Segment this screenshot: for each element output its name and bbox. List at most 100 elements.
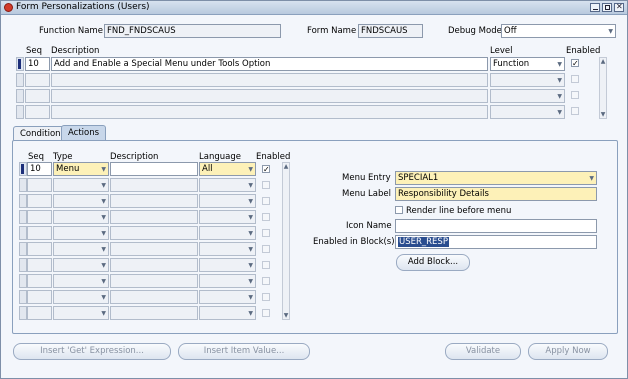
actions-type-select[interactable]: ▼ bbox=[53, 290, 109, 304]
actions-row-indicator[interactable] bbox=[19, 258, 27, 272]
form-name-field[interactable]: FNDSCAUS bbox=[358, 24, 423, 38]
actions-enabled-checkbox[interactable] bbox=[262, 309, 270, 317]
actions-enabled-checkbox[interactable] bbox=[262, 181, 270, 189]
actions-language-select[interactable]: ▼ bbox=[199, 290, 256, 304]
validate-button[interactable]: Validate bbox=[445, 343, 521, 360]
rules-row-indicator[interactable] bbox=[16, 89, 24, 103]
actions-row-indicator[interactable] bbox=[19, 194, 27, 208]
actions-seq-field[interactable] bbox=[27, 226, 52, 240]
actions-seq-field[interactable] bbox=[27, 306, 52, 320]
actions-seq-field[interactable] bbox=[27, 258, 52, 272]
actions-seq-field[interactable] bbox=[27, 290, 52, 304]
actions-seq-field[interactable] bbox=[27, 210, 52, 224]
rules-seq-field[interactable] bbox=[25, 89, 50, 103]
rules-description-field[interactable]: Add and Enable a Special Menu under Tool… bbox=[51, 57, 488, 71]
scroll-down-icon[interactable]: ▼ bbox=[599, 111, 607, 118]
insert-get-expression-button[interactable]: Insert 'Get' Expression... bbox=[13, 343, 171, 360]
actions-type-select[interactable]: ▼ bbox=[53, 226, 109, 240]
actions-type-select[interactable]: ▼ bbox=[53, 210, 109, 224]
actions-type-select[interactable]: ▼ bbox=[53, 194, 109, 208]
actions-language-select[interactable]: ▼ bbox=[199, 194, 256, 208]
rules-level-select[interactable]: ▼ bbox=[490, 105, 565, 119]
actions-row-indicator[interactable] bbox=[19, 290, 27, 304]
actions-language-select[interactable]: ▼ bbox=[199, 242, 256, 256]
minimize-button[interactable] bbox=[590, 3, 600, 12]
actions-type-select[interactable]: ▼ bbox=[53, 306, 109, 320]
tab-condition[interactable]: Condition bbox=[13, 126, 68, 140]
rules-enabled-checkbox[interactable]: ✓ bbox=[571, 59, 579, 68]
actions-type-select[interactable]: ▼ bbox=[53, 258, 109, 272]
rules-description-field[interactable] bbox=[51, 89, 488, 103]
actions-enabled-checkbox[interactable] bbox=[262, 277, 270, 285]
actions-row-indicator[interactable] bbox=[19, 162, 27, 176]
actions-description-field[interactable] bbox=[110, 258, 198, 272]
actions-seq-field[interactable] bbox=[27, 194, 52, 208]
rules-level-select[interactable]: ▼ bbox=[490, 73, 565, 87]
add-block-button[interactable]: Add Block... bbox=[396, 254, 470, 271]
actions-row-indicator[interactable] bbox=[19, 306, 27, 320]
actions-enabled-checkbox[interactable] bbox=[262, 245, 270, 253]
actions-enabled-checkbox[interactable] bbox=[262, 293, 270, 301]
actions-seq-field[interactable] bbox=[27, 242, 52, 256]
actions-description-field[interactable] bbox=[110, 210, 198, 224]
rules-row-indicator[interactable] bbox=[16, 105, 24, 119]
apply-now-button[interactable]: Apply Now bbox=[528, 343, 608, 360]
actions-description-field[interactable] bbox=[110, 194, 198, 208]
actions-language-select[interactable]: ▼ bbox=[199, 306, 256, 320]
menu-label-field[interactable]: Responsibility Details bbox=[395, 187, 597, 201]
actions-row-indicator[interactable] bbox=[19, 178, 27, 192]
actions-enabled-checkbox[interactable] bbox=[262, 213, 270, 221]
actions-description-field[interactable] bbox=[110, 290, 198, 304]
actions-enabled-checkbox[interactable]: ✓ bbox=[262, 165, 270, 174]
rules-seq-field[interactable]: 10 bbox=[25, 57, 50, 71]
actions-row-indicator[interactable] bbox=[19, 210, 27, 224]
rules-row-indicator[interactable] bbox=[16, 57, 24, 71]
actions-scrollbar[interactable]: ▲ ▼ bbox=[282, 162, 290, 320]
actions-row-indicator[interactable] bbox=[19, 242, 27, 256]
rules-level-select[interactable]: Function ▼ bbox=[490, 57, 565, 71]
actions-enabled-checkbox[interactable] bbox=[262, 261, 270, 269]
actions-enabled-checkbox[interactable] bbox=[262, 197, 270, 205]
scroll-down-icon[interactable]: ▼ bbox=[282, 312, 290, 319]
rules-seq-field[interactable] bbox=[25, 105, 50, 119]
rules-description-field[interactable] bbox=[51, 73, 488, 87]
actions-language-select[interactable]: ▼ bbox=[199, 258, 256, 272]
rules-level-select[interactable]: ▼ bbox=[490, 89, 565, 103]
rules-enabled-checkbox[interactable] bbox=[571, 91, 579, 99]
rules-enabled-checkbox[interactable] bbox=[571, 75, 579, 83]
rules-seq-field[interactable] bbox=[25, 73, 50, 87]
actions-description-field[interactable] bbox=[110, 226, 198, 240]
actions-enabled-checkbox[interactable] bbox=[262, 229, 270, 237]
close-button[interactable]: ✕ bbox=[614, 2, 624, 12]
actions-type-select[interactable]: ▼ bbox=[53, 242, 109, 256]
actions-language-select[interactable]: ▼ bbox=[199, 210, 256, 224]
maximize-button[interactable] bbox=[602, 3, 612, 12]
rules-row-indicator[interactable] bbox=[16, 73, 24, 87]
actions-language-select[interactable]: ▼ bbox=[199, 226, 256, 240]
actions-seq-field[interactable]: 10 bbox=[27, 162, 52, 176]
actions-description-field[interactable] bbox=[110, 178, 198, 192]
actions-language-select[interactable]: ▼ bbox=[199, 178, 256, 192]
rules-enabled-checkbox[interactable] bbox=[571, 107, 579, 115]
actions-seq-field[interactable] bbox=[27, 274, 52, 288]
tab-actions[interactable]: Actions bbox=[61, 125, 107, 140]
actions-type-select[interactable]: Menu ▼ bbox=[53, 162, 109, 176]
scroll-up-icon[interactable]: ▲ bbox=[282, 163, 290, 170]
actions-description-field[interactable] bbox=[110, 162, 198, 176]
actions-seq-field[interactable] bbox=[27, 178, 52, 192]
actions-description-field[interactable] bbox=[110, 306, 198, 320]
actions-description-field[interactable] bbox=[110, 242, 198, 256]
function-name-field[interactable]: FND_FNDSCAUS bbox=[104, 24, 281, 38]
actions-row-indicator[interactable] bbox=[19, 274, 27, 288]
actions-language-select[interactable]: All ▼ bbox=[199, 162, 256, 176]
rules-description-field[interactable] bbox=[51, 105, 488, 119]
menu-entry-select[interactable]: SPECIAL1 ▼ bbox=[395, 171, 597, 185]
insert-item-value-button[interactable]: Insert Item Value... bbox=[178, 343, 310, 360]
actions-type-select[interactable]: ▼ bbox=[53, 178, 109, 192]
enabled-blocks-field[interactable]: USER_RESP bbox=[395, 235, 597, 249]
icon-name-field[interactable] bbox=[395, 219, 597, 233]
debug-mode-select[interactable]: Off ▼ bbox=[501, 24, 616, 38]
actions-row-indicator[interactable] bbox=[19, 226, 27, 240]
actions-language-select[interactable]: ▼ bbox=[199, 274, 256, 288]
scroll-up-icon[interactable]: ▲ bbox=[599, 58, 607, 65]
